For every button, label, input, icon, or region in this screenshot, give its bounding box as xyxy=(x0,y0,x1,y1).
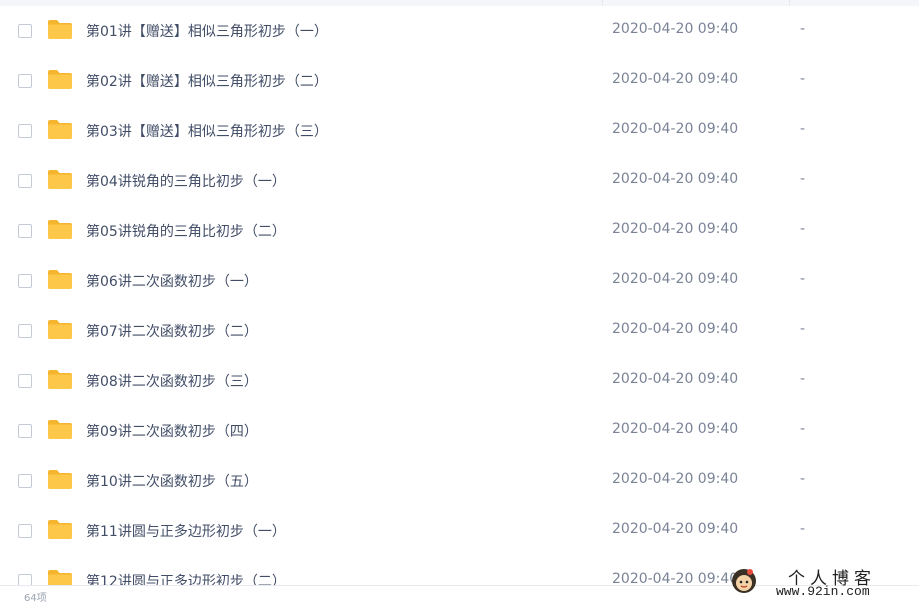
file-name[interactable]: 第03讲【赠送】相似三角形初步（三） xyxy=(86,121,328,141)
file-size: - xyxy=(800,521,806,537)
file-size: - xyxy=(800,321,806,337)
checkbox-icon[interactable] xyxy=(18,124,32,138)
folder-icon xyxy=(48,120,72,139)
file-row[interactable]: 第02讲【赠送】相似三角形初步（二） 2020-04-20 09:40 - xyxy=(0,57,919,107)
checkbox-icon[interactable] xyxy=(18,174,32,188)
file-row[interactable]: 第04讲锐角的三角比初步（一） 2020-04-20 09:40 - xyxy=(0,157,919,207)
checkbox-icon[interactable] xyxy=(18,74,32,88)
file-size: - xyxy=(800,371,806,387)
file-modified-time: 2020-04-20 09:40 xyxy=(612,271,739,287)
file-size: - xyxy=(800,171,806,187)
file-modified-time: 2020-04-20 09:40 xyxy=(612,171,739,187)
file-modified-time: 2020-04-20 09:40 xyxy=(612,221,739,237)
folder-icon xyxy=(48,170,72,189)
file-name[interactable]: 第01讲【赠送】相似三角形初步（一） xyxy=(86,21,328,41)
column-header-bar xyxy=(0,0,919,6)
file-modified-time: 2020-04-20 09:40 xyxy=(612,471,739,487)
file-row[interactable]: 第07讲二次函数初步（二） 2020-04-20 09:40 - xyxy=(0,307,919,357)
folder-icon xyxy=(48,70,72,89)
checkbox-icon[interactable] xyxy=(18,274,32,288)
file-modified-time: 2020-04-20 09:40 xyxy=(612,321,739,337)
file-name[interactable]: 第10讲二次函数初步（五） xyxy=(86,471,258,491)
checkbox-icon[interactable] xyxy=(18,474,32,488)
file-modified-time: 2020-04-20 09:40 xyxy=(612,121,739,137)
file-modified-time: 2020-04-20 09:40 xyxy=(612,521,739,537)
file-name[interactable]: 第06讲二次函数初步（一） xyxy=(86,271,258,291)
file-name[interactable]: 第11讲圆与正多边形初步（一） xyxy=(86,521,286,541)
folder-icon xyxy=(48,270,72,289)
column-divider xyxy=(602,0,603,6)
folder-icon xyxy=(48,420,72,439)
file-size: - xyxy=(800,421,806,437)
checkbox-icon[interactable] xyxy=(18,224,32,238)
folder-icon xyxy=(48,370,72,389)
file-size: - xyxy=(800,21,806,37)
file-name[interactable]: 第02讲【赠送】相似三角形初步（二） xyxy=(86,71,328,91)
column-divider xyxy=(789,0,790,6)
folder-icon xyxy=(48,470,72,489)
file-modified-time: 2020-04-20 09:40 xyxy=(612,21,739,37)
file-modified-time: 2020-04-20 09:40 xyxy=(612,71,739,87)
file-row[interactable]: 第09讲二次函数初步（四） 2020-04-20 09:40 - xyxy=(0,407,919,457)
checkbox-icon[interactable] xyxy=(18,524,32,538)
file-size: - xyxy=(800,271,806,287)
file-modified-time: 2020-04-20 09:40 xyxy=(612,371,739,387)
checkbox-icon[interactable] xyxy=(18,324,32,338)
file-row[interactable]: 第11讲圆与正多边形初步（一） 2020-04-20 09:40 - xyxy=(0,507,919,557)
file-row[interactable]: 第06讲二次函数初步（一） 2020-04-20 09:40 - xyxy=(0,257,919,307)
file-name[interactable]: 第07讲二次函数初步（二） xyxy=(86,321,258,341)
file-row[interactable]: 第01讲【赠送】相似三角形初步（一） 2020-04-20 09:40 - xyxy=(0,7,919,57)
file-row[interactable]: 第03讲【赠送】相似三角形初步（三） 2020-04-20 09:40 - xyxy=(0,107,919,157)
watermark-url: www.92in.com xyxy=(776,584,870,599)
folder-icon xyxy=(48,520,72,539)
file-size: - xyxy=(800,471,806,487)
folder-icon xyxy=(48,220,72,239)
file-name[interactable]: 第04讲锐角的三角比初步（一） xyxy=(86,171,286,191)
file-row[interactable]: 第10讲二次函数初步（五） 2020-04-20 09:40 - xyxy=(0,457,919,507)
folder-icon xyxy=(48,20,72,39)
item-count: 64项 xyxy=(24,593,47,604)
file-row[interactable]: 第05讲锐角的三角比初步（二） 2020-04-20 09:40 - xyxy=(0,207,919,257)
file-size: - xyxy=(800,221,806,237)
avatar-icon xyxy=(732,569,756,593)
checkbox-icon[interactable] xyxy=(18,24,32,38)
file-name[interactable]: 第08讲二次函数初步（三） xyxy=(86,371,258,391)
file-size: - xyxy=(800,71,806,87)
file-list: 第01讲【赠送】相似三角形初步（一） 2020-04-20 09:40- 第02讲【… xyxy=(0,7,919,607)
file-name[interactable]: 第09讲二次函数初步（四） xyxy=(86,421,258,441)
file-name[interactable]: 第05讲锐角的三角比初步（二） xyxy=(86,221,286,241)
watermark: 个人博客 www.92in.com xyxy=(728,562,919,602)
checkbox-icon[interactable] xyxy=(18,374,32,388)
folder-icon xyxy=(48,320,72,339)
file-modified-time: 2020-04-20 09:40 xyxy=(612,421,739,437)
checkbox-icon[interactable] xyxy=(18,424,32,438)
file-row[interactable]: 第08讲二次函数初步（三） 2020-04-20 09:40 - xyxy=(0,357,919,407)
file-size: - xyxy=(800,121,806,137)
